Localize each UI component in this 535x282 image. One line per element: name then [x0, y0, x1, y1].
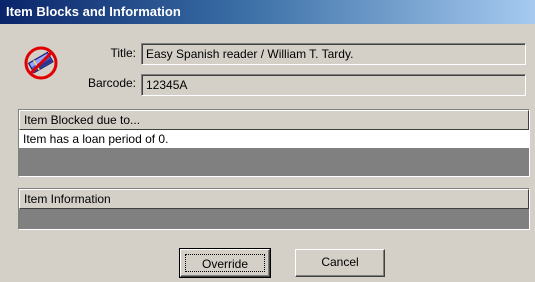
override-button[interactable]: Override	[179, 248, 271, 278]
cancel-button[interactable]: Cancel	[295, 249, 385, 277]
window-title: Item Blocks and Information	[0, 0, 535, 24]
item-blocked-icon	[22, 44, 60, 82]
title-field[interactable]: Easy Spanish reader / William T. Tardy.	[141, 43, 526, 65]
override-button-label: Override	[201, 257, 248, 271]
item-blocks-dialog: Item Blocks and Information Title: Easy …	[0, 0, 535, 282]
item-information-list[interactable]: Item Information	[18, 188, 530, 230]
item-blocked-header[interactable]: Item Blocked due to...	[19, 110, 529, 130]
barcode-field[interactable]: 12345A	[141, 74, 526, 96]
item-information-header[interactable]: Item Information	[19, 189, 529, 209]
item-blocked-list[interactable]: Item Blocked due to... Item has a loan p…	[18, 109, 530, 177]
barcode-label: Barcode:	[87, 76, 136, 90]
title-label: Title:	[110, 46, 136, 60]
cancel-button-label: Cancel	[321, 255, 359, 269]
list-item[interactable]: Item has a loan period of 0.	[19, 130, 529, 148]
